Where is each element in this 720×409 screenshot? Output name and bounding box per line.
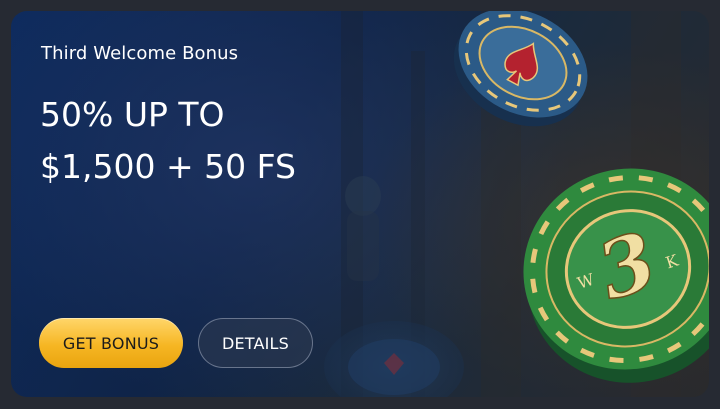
promo-card: Third Welcome Bonus 50% UP TO $1,500 + 5…: [11, 11, 709, 397]
green-chip-icon: 3 W K: [523, 168, 709, 383]
details-button[interactable]: DETAILS: [198, 318, 313, 368]
get-bonus-button[interactable]: GET BONUS: [39, 318, 183, 368]
spade-chip-icon: [453, 11, 588, 127]
